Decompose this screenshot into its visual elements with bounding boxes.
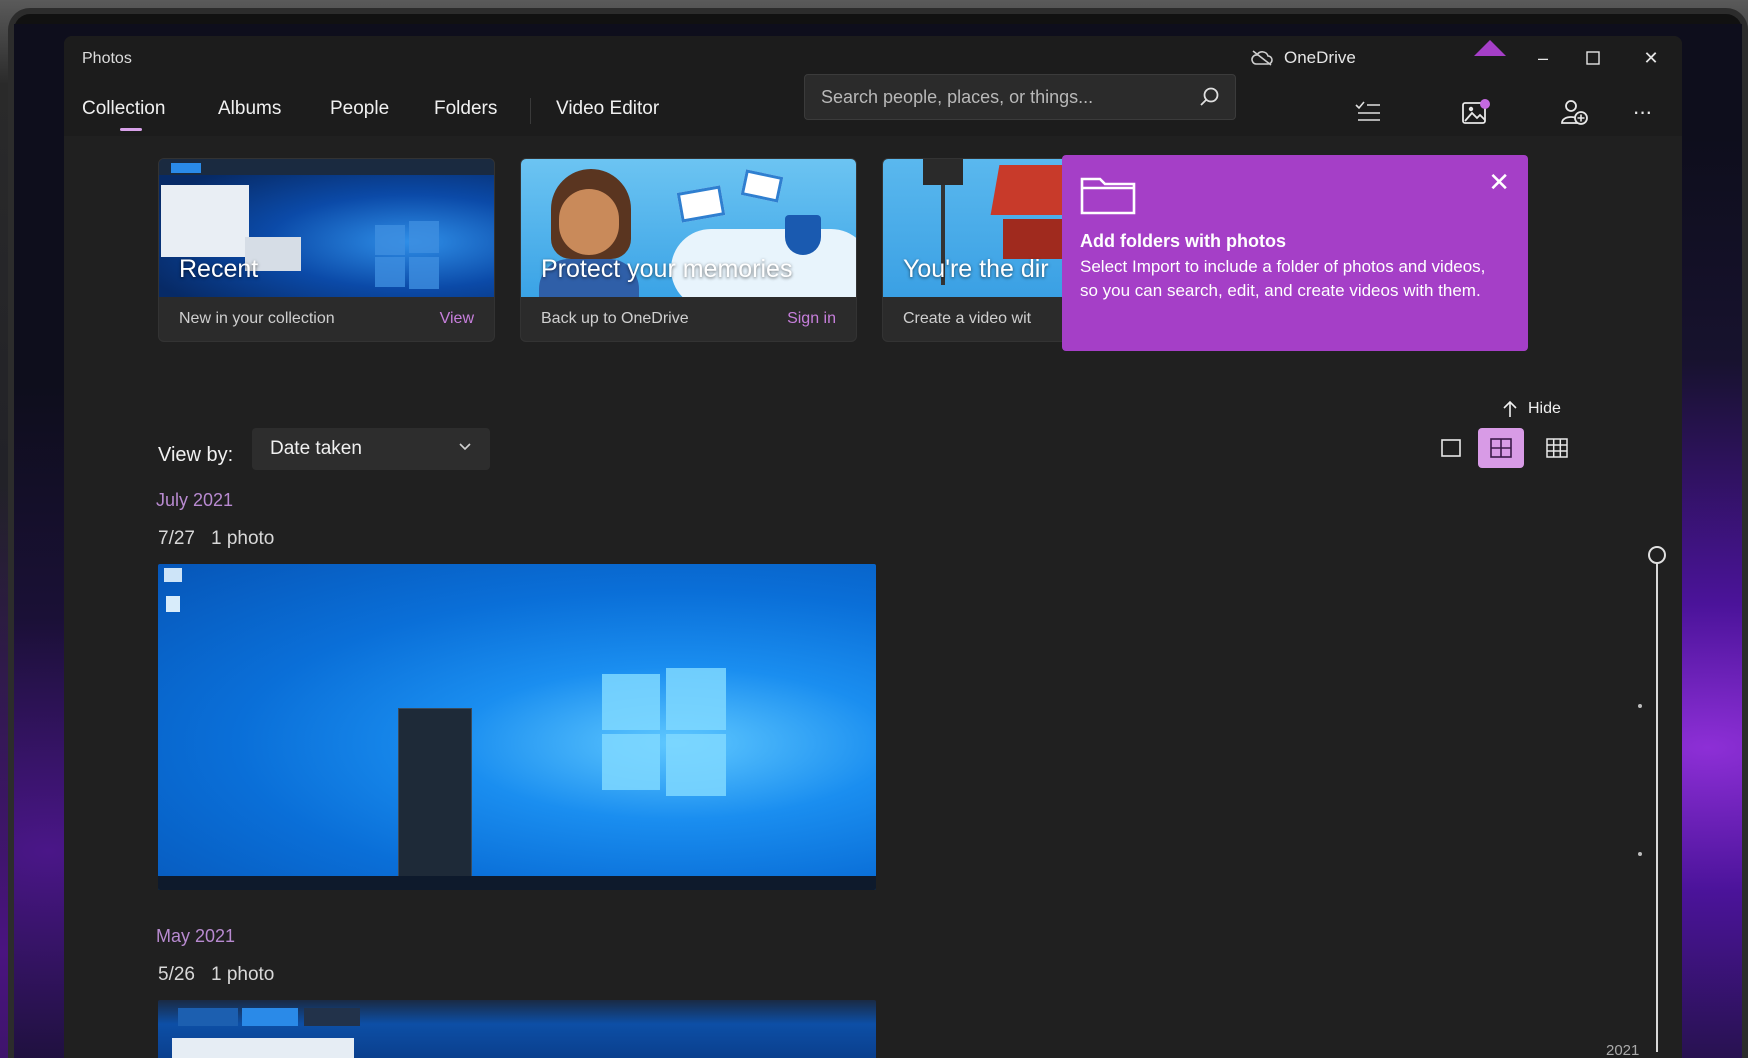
grid-2x2-icon xyxy=(1490,438,1512,458)
medium-view-button[interactable] xyxy=(1478,428,1524,468)
photo-count: 1 photo xyxy=(210,964,275,985)
date-row: 5/26 1 photo xyxy=(158,964,290,986)
photo-count: 1 photo xyxy=(210,528,275,549)
hide-label: Hide xyxy=(1528,400,1561,417)
grid-3x3-icon xyxy=(1546,438,1568,458)
app-title: Photos xyxy=(82,50,132,67)
tab-people[interactable]: People xyxy=(330,98,389,120)
nav-divider xyxy=(530,98,531,124)
tab-video-editor[interactable]: Video Editor xyxy=(556,98,659,120)
photo-thumbnail[interactable] xyxy=(158,1000,876,1058)
tab-collection[interactable]: Collection xyxy=(82,98,165,120)
recent-view-link[interactable]: View xyxy=(440,310,474,328)
search-input[interactable] xyxy=(805,75,1185,119)
arrow-up-icon xyxy=(1503,400,1517,417)
month-header: July 2021 xyxy=(156,490,234,510)
more-button[interactable]: ··· xyxy=(1624,94,1660,130)
teaching-tip-close-button[interactable]: ✕ xyxy=(1488,169,1510,195)
desktop-screenshot xyxy=(158,564,876,890)
teaching-tip: ✕ Add folders with photos Select Import … xyxy=(1062,155,1528,351)
view-by-dropdown[interactable]: Date taken xyxy=(252,428,490,470)
date-row: 7/27 1 photo xyxy=(158,528,290,550)
chevron-down-icon xyxy=(459,443,471,451)
hide-cards-button[interactable]: Hide xyxy=(1502,400,1561,418)
small-view-button[interactable] xyxy=(1534,428,1580,468)
large-view-button[interactable] xyxy=(1428,428,1474,468)
backup-card-title: Protect your memories xyxy=(541,255,793,283)
timeline-handle[interactable] xyxy=(1648,546,1666,564)
tab-folders[interactable]: Folders xyxy=(434,98,497,120)
video-card-subtitle: Create a video wit xyxy=(903,310,1032,327)
collection-content: Recent New in your collection View Prote… xyxy=(64,136,1682,1058)
recent-card[interactable]: Recent New in your collection View xyxy=(158,158,495,342)
search-icon[interactable] xyxy=(1199,86,1221,108)
photo-thumbnail[interactable] xyxy=(158,564,876,890)
folder-icon xyxy=(1080,177,1136,215)
photos-window: Photos OneDrive – ✕ Collection Albums Pe… xyxy=(64,36,1682,1058)
search-box xyxy=(804,74,1236,120)
month-header: May 2021 xyxy=(156,926,236,946)
timeline-track[interactable] xyxy=(1656,554,1658,1052)
teaching-tip-heading: Add folders with photos xyxy=(1080,231,1286,251)
view-by-selected: Date taken xyxy=(270,438,362,459)
onedrive-backup-card[interactable]: Protect your memories Back up to OneDriv… xyxy=(520,158,857,342)
maximize-icon xyxy=(1586,51,1600,65)
onedrive-label: OneDrive xyxy=(1284,48,1356,67)
select-list-button[interactable] xyxy=(1350,94,1386,130)
people-add-icon xyxy=(1561,100,1588,125)
sign-in-link[interactable]: Sign in xyxy=(787,310,836,328)
close-window-button[interactable]: ✕ xyxy=(1628,42,1674,74)
teaching-tip-body: Select Import to include a folder of pho… xyxy=(1080,257,1486,300)
onedrive-status[interactable]: OneDrive xyxy=(1250,48,1356,68)
recent-card-subtitle: New in your collection xyxy=(179,310,335,327)
maximize-button[interactable] xyxy=(1570,42,1616,74)
teaching-tip-pointer xyxy=(1474,40,1506,56)
import-icon xyxy=(1462,99,1490,124)
tab-albums[interactable]: Albums xyxy=(218,98,281,120)
active-tab-indicator xyxy=(120,128,142,131)
video-card-title: You're the dir xyxy=(903,255,1049,283)
minimize-button[interactable]: – xyxy=(1520,42,1566,74)
recent-card-title: Recent xyxy=(179,255,259,283)
view-by-label: View by: xyxy=(158,444,234,466)
date-label: 5/26 xyxy=(158,964,195,985)
select-list-icon xyxy=(1355,101,1380,121)
backup-card-subtitle: Back up to OneDrive xyxy=(541,310,689,327)
timeline-year: 2021 xyxy=(1606,1042,1640,1058)
people-add-button[interactable] xyxy=(1556,94,1592,130)
timeline-marker xyxy=(1638,852,1642,856)
cloud-off-icon xyxy=(1251,50,1273,66)
timeline-marker xyxy=(1638,704,1642,708)
date-label: 7/27 xyxy=(158,528,195,549)
single-square-icon xyxy=(1441,439,1461,457)
import-button[interactable] xyxy=(1458,94,1494,130)
